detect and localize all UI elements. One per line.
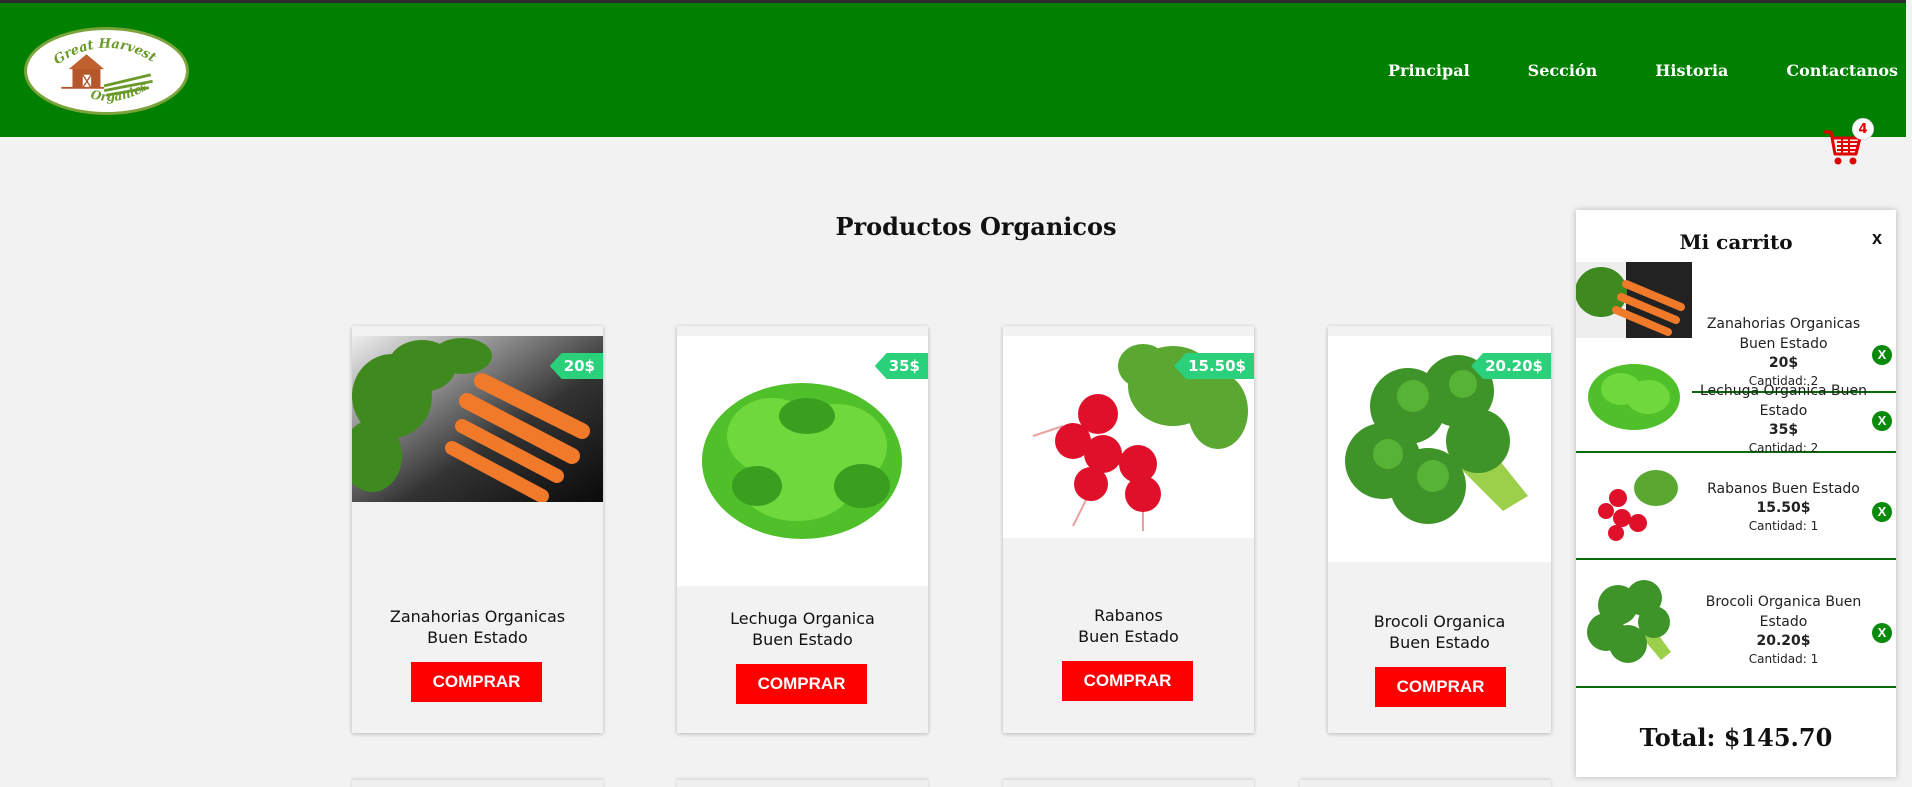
logo-graphic: Great Harvest Organics bbox=[31, 31, 181, 111]
product-name-line2: Buen Estado bbox=[1078, 627, 1179, 646]
buy-button[interactable]: COMPRAR bbox=[1375, 667, 1506, 707]
remove-item-button[interactable]: X bbox=[1872, 411, 1892, 431]
cart-count-badge: 4 bbox=[1852, 118, 1874, 140]
product-card: 15.50$ Rabanos Buen Estado COMPRAR bbox=[1003, 326, 1254, 733]
price-tag: 15.50$ bbox=[1174, 353, 1254, 379]
cart-title: Mi carrito bbox=[1679, 230, 1793, 254]
remove-item-button[interactable]: X bbox=[1872, 502, 1892, 522]
main-navigation: Principal Sección Historia Contactanos bbox=[1388, 61, 1898, 80]
great-harvest-logo[interactable]: Great Harvest Organics bbox=[24, 27, 189, 115]
section-title-text: Productos Organicos bbox=[835, 212, 1117, 241]
cart-total: Total: $145.70 bbox=[1639, 723, 1833, 752]
product-name-line2: Buen Estado bbox=[752, 630, 853, 649]
price-tag: 20.20$ bbox=[1471, 353, 1551, 379]
cart-item-info: Rabanos Buen Estado 15.50$ Cantidad: 1 bbox=[1696, 479, 1871, 535]
product-card: 35$ Lechuga Organica Buen Estado COMPRAR bbox=[677, 326, 928, 733]
product-card: 20.20$ Brocoli Organica Buen Estado COMP… bbox=[1328, 326, 1551, 733]
product-card: 20$ Zanahorias Organicas Buen Estado COM… bbox=[352, 326, 603, 733]
product-name: Zanahorias Organicas Buen Estado bbox=[352, 606, 603, 648]
cart-item-info: Brocoli Organica Buen Estado 20.20$ Cant… bbox=[1696, 592, 1871, 668]
cart-item: Lechuga Organica Buen Estado 35$ Cantida… bbox=[1576, 343, 1896, 455]
buy-button[interactable]: COMPRAR bbox=[736, 664, 867, 704]
product-name: Lechuga Organica Buen Estado bbox=[677, 608, 928, 650]
page-scrollbar[interactable] bbox=[1906, 0, 1912, 787]
cart-panel: Mi carrito x Zanahorias Organicas Buen E… bbox=[1576, 210, 1896, 777]
cart-thumb-lettuce bbox=[1576, 351, 1692, 443]
buy-button[interactable]: COMPRAR bbox=[411, 662, 542, 702]
cart-item: Rabanos Buen Estado 15.50$ Cantidad: 1 X bbox=[1576, 455, 1896, 560]
product-name-line2: Buen Estado bbox=[1389, 633, 1490, 652]
cart-item-quantity: Cantidad: 1 bbox=[1748, 519, 1819, 533]
product-name-line1: Lechuga Organica bbox=[730, 609, 875, 628]
close-cart-button[interactable]: x bbox=[1872, 228, 1882, 249]
cart-item-price: 20.20$ bbox=[1756, 633, 1811, 649]
product-name-line1: Brocoli Organica bbox=[1373, 612, 1506, 631]
cart-item-quantity: Cantidad: 1 bbox=[1748, 652, 1819, 666]
remove-item-button[interactable]: X bbox=[1872, 623, 1892, 643]
nav-historia[interactable]: Historia bbox=[1655, 61, 1728, 80]
product-card-next-row bbox=[1003, 780, 1254, 787]
product-name: Rabanos Buen Estado bbox=[1003, 605, 1254, 647]
product-name-line1: Zanahorias Organicas bbox=[389, 607, 566, 626]
product-name-line2: Buen Estado bbox=[427, 628, 528, 647]
buy-button[interactable]: COMPRAR bbox=[1062, 661, 1193, 701]
site-header: Great Harvest Organics Principal Sección… bbox=[0, 3, 1912, 137]
cart-item-name: Lechuga Organica Buen Estado bbox=[1700, 383, 1867, 419]
nav-principal[interactable]: Principal bbox=[1388, 61, 1470, 80]
product-card-next-row bbox=[677, 780, 928, 787]
nav-contactanos[interactable]: Contactanos bbox=[1786, 61, 1898, 80]
cart-item-price: 35$ bbox=[1768, 422, 1799, 438]
cart-thumb-broccoli bbox=[1576, 570, 1692, 678]
product-name: Brocoli Organica Buen Estado bbox=[1328, 611, 1551, 653]
cart-item-info: Lechuga Organica Buen Estado 35$ Cantida… bbox=[1696, 381, 1871, 457]
product-card-next-row bbox=[352, 780, 603, 787]
cart-item-name: Brocoli Organica Buen Estado bbox=[1705, 594, 1862, 630]
cart-thumb-radishes bbox=[1576, 463, 1692, 549]
cart-thumb-carrots bbox=[1576, 262, 1692, 338]
product-name-line1: Rabanos bbox=[1094, 606, 1163, 625]
cart-item-price: 15.50$ bbox=[1756, 500, 1811, 516]
cart-item-name: Rabanos Buen Estado bbox=[1707, 481, 1860, 497]
cart-item: Brocoli Organica Buen Estado 20.20$ Cant… bbox=[1576, 562, 1896, 688]
nav-seccion[interactable]: Sección bbox=[1528, 61, 1598, 80]
product-card-next-row bbox=[1300, 780, 1551, 787]
